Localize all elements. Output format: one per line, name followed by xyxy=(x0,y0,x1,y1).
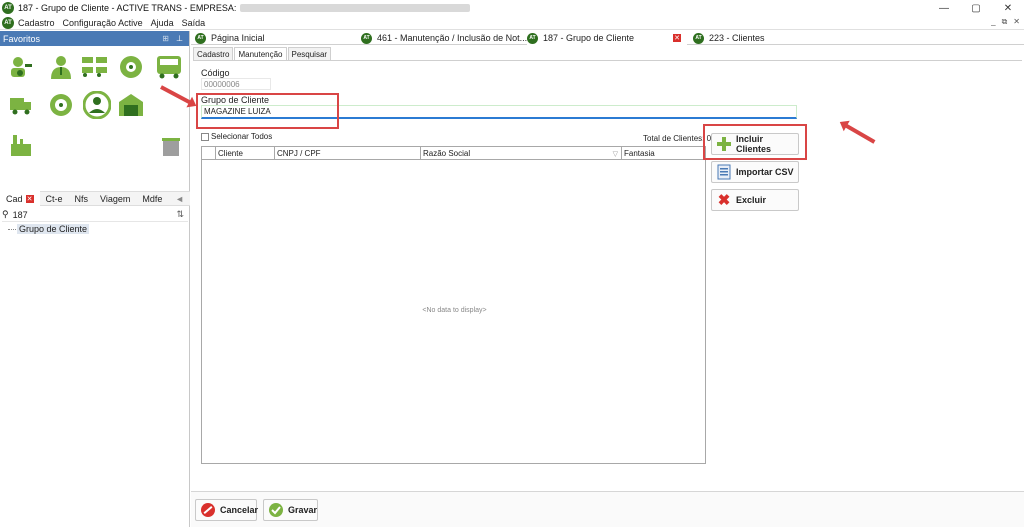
garage-icon[interactable] xyxy=(116,90,146,120)
close-button[interactable]: ✕ xyxy=(992,0,1024,16)
cancelar-button[interactable]: Cancelar xyxy=(195,499,258,521)
col-cnpj[interactable]: CNPJ / CPF xyxy=(275,147,421,160)
tree-item[interactable]: Grupo de Cliente xyxy=(8,224,90,234)
bottom-bar: Cancelar Gravar xyxy=(191,491,1024,527)
mdi-close-button[interactable]: ✕ xyxy=(1013,17,1020,27)
grid-corner xyxy=(202,147,216,160)
codigo-field[interactable]: 00000006 xyxy=(201,78,271,90)
select-all-label: Selecionar Todos xyxy=(211,132,273,141)
col-razao-social[interactable]: Razão Social ▽ xyxy=(421,147,622,160)
empty-message: <No data to display> xyxy=(422,307,487,314)
favorites-grid xyxy=(0,46,189,164)
app-logo-icon: AT xyxy=(527,32,538,44)
tab-viagem[interactable]: Viagem xyxy=(94,191,136,206)
list-icon xyxy=(716,164,732,180)
grid-header: Cliente CNPJ / CPF Razão Social ▽ Fantasi… xyxy=(202,147,705,160)
title-bar: AT 187 - Grupo de Cliente - ACTIVE TRANS… xyxy=(0,0,1024,16)
tab-manutencao[interactable]: Manutenção xyxy=(234,47,287,60)
tree-item-label: Grupo de Cliente xyxy=(17,224,90,234)
app-logo-icon: AT xyxy=(2,16,14,29)
importar-csv-button[interactable]: Importar CSV xyxy=(711,161,799,183)
filter-icon[interactable]: ▽ xyxy=(613,150,618,158)
gravar-button[interactable]: Gravar xyxy=(263,499,318,521)
close-tab-icon[interactable]: ✕ xyxy=(673,34,681,42)
tab-cte[interactable]: Ct-e xyxy=(40,191,69,206)
favorites-panel: Favoritos ⊞ ⊥ Cad ✕ Ct-e Nfs Viagem Mdfe… xyxy=(0,31,190,527)
wheel-icon[interactable] xyxy=(116,52,146,82)
tab-cad[interactable]: Cad ✕ xyxy=(0,191,40,206)
sidebar-tabs: Cad ✕ Ct-e Nfs Viagem Mdfe ◄ xyxy=(0,191,190,206)
operator-icon[interactable] xyxy=(82,90,112,120)
menu-cadastro[interactable]: Cadastro xyxy=(18,18,55,28)
tab-cadastro[interactable]: Cadastro xyxy=(193,47,234,60)
x-icon: ✖ xyxy=(717,192,731,209)
tab-manutencao-notas[interactable]: AT 461 - Manutenção / Inclusão de Not... xyxy=(361,31,527,45)
check-icon xyxy=(268,502,284,518)
search-icon: ⚲ xyxy=(2,209,9,219)
search-input[interactable]: 187 xyxy=(13,210,28,220)
scroll-left-icon[interactable]: ◄ xyxy=(169,191,190,206)
checkbox-icon xyxy=(201,132,209,141)
dock-icon[interactable]: ⊞ xyxy=(162,34,169,43)
title-redacted xyxy=(240,4,471,12)
tab-pesquisar[interactable]: Pesquisar xyxy=(287,47,332,60)
recycle-bin-icon[interactable] xyxy=(156,132,186,162)
highlight-box xyxy=(703,124,807,160)
maximize-button[interactable]: ▢ xyxy=(960,0,992,16)
favorites-header: Favoritos ⊞ ⊥ xyxy=(0,31,189,46)
window-title: 187 - Grupo de Cliente - ACTIVE TRANS - … xyxy=(18,3,237,13)
menu-ajuda[interactable]: Ajuda xyxy=(151,18,174,28)
fleet-icon[interactable] xyxy=(80,52,110,82)
mdi-restore-button[interactable]: ⧉ xyxy=(1002,17,1008,27)
pin-icon[interactable]: ⊥ xyxy=(176,34,183,43)
total-clientes: Total de Clientes: 0 xyxy=(643,134,712,143)
sort-icon[interactable]: ⇅ xyxy=(176,209,184,220)
favorites-title: Favoritos xyxy=(3,33,41,44)
inner-tabs: Cadastro Manutenção Pesquisar xyxy=(193,47,332,60)
tab-pagina-inicial[interactable]: AT Página Inicial xyxy=(195,31,265,45)
excluir-button[interactable]: ✖ Excluir xyxy=(711,189,799,211)
mdi-minimize-button[interactable]: _ xyxy=(991,17,995,27)
menu-configuracao[interactable]: Configuração Active xyxy=(63,18,143,28)
truck-icon[interactable] xyxy=(6,90,36,120)
employee-icon[interactable] xyxy=(46,52,76,82)
driver-icon[interactable] xyxy=(46,90,76,120)
highlight-box xyxy=(196,93,339,129)
menu-bar: AT Cadastro Configuração Active Ajuda Sa… xyxy=(0,16,1024,30)
sidebar-search[interactable]: ⚲ 187 ⇅ xyxy=(2,208,188,222)
app-logo-icon: AT xyxy=(195,32,206,44)
app-logo-icon: AT xyxy=(361,32,372,44)
main-area: AT Página Inicial AT 461 - Manutenção / In… xyxy=(160,31,1024,527)
clients-grid: Cliente CNPJ / CPF Razão Social ▽ Fantasi… xyxy=(201,146,706,464)
add-user-icon[interactable] xyxy=(6,52,36,82)
factory-icon[interactable] xyxy=(6,130,36,160)
tab-mdfe[interactable]: Mdfe xyxy=(136,191,168,206)
tab-nfs[interactable]: Nfs xyxy=(69,191,95,206)
bus-icon[interactable] xyxy=(154,52,184,82)
minimize-button[interactable]: — xyxy=(928,0,960,16)
app-logo-icon: AT xyxy=(2,2,14,14)
col-cliente[interactable]: Cliente xyxy=(216,147,275,160)
close-tab-icon[interactable]: ✕ xyxy=(25,194,34,203)
codigo-label: Código xyxy=(201,68,230,78)
tab-clientes[interactable]: AT 223 - Clientes xyxy=(693,31,765,45)
mdi-controls: _ ⧉ ✕ xyxy=(991,17,1020,27)
app-logo-icon: AT xyxy=(693,32,704,44)
select-all-checkbox[interactable]: Selecionar Todos xyxy=(201,132,272,141)
menu-saida[interactable]: Saída xyxy=(182,18,206,28)
cancel-icon xyxy=(200,502,216,518)
col-fantasia[interactable]: Fantasia xyxy=(622,147,705,160)
document-tabs: AT Página Inicial AT 461 - Manutenção / In… xyxy=(191,31,1024,45)
tab-grupo-cliente[interactable]: AT 187 - Grupo de Cliente ✕ xyxy=(527,31,687,45)
